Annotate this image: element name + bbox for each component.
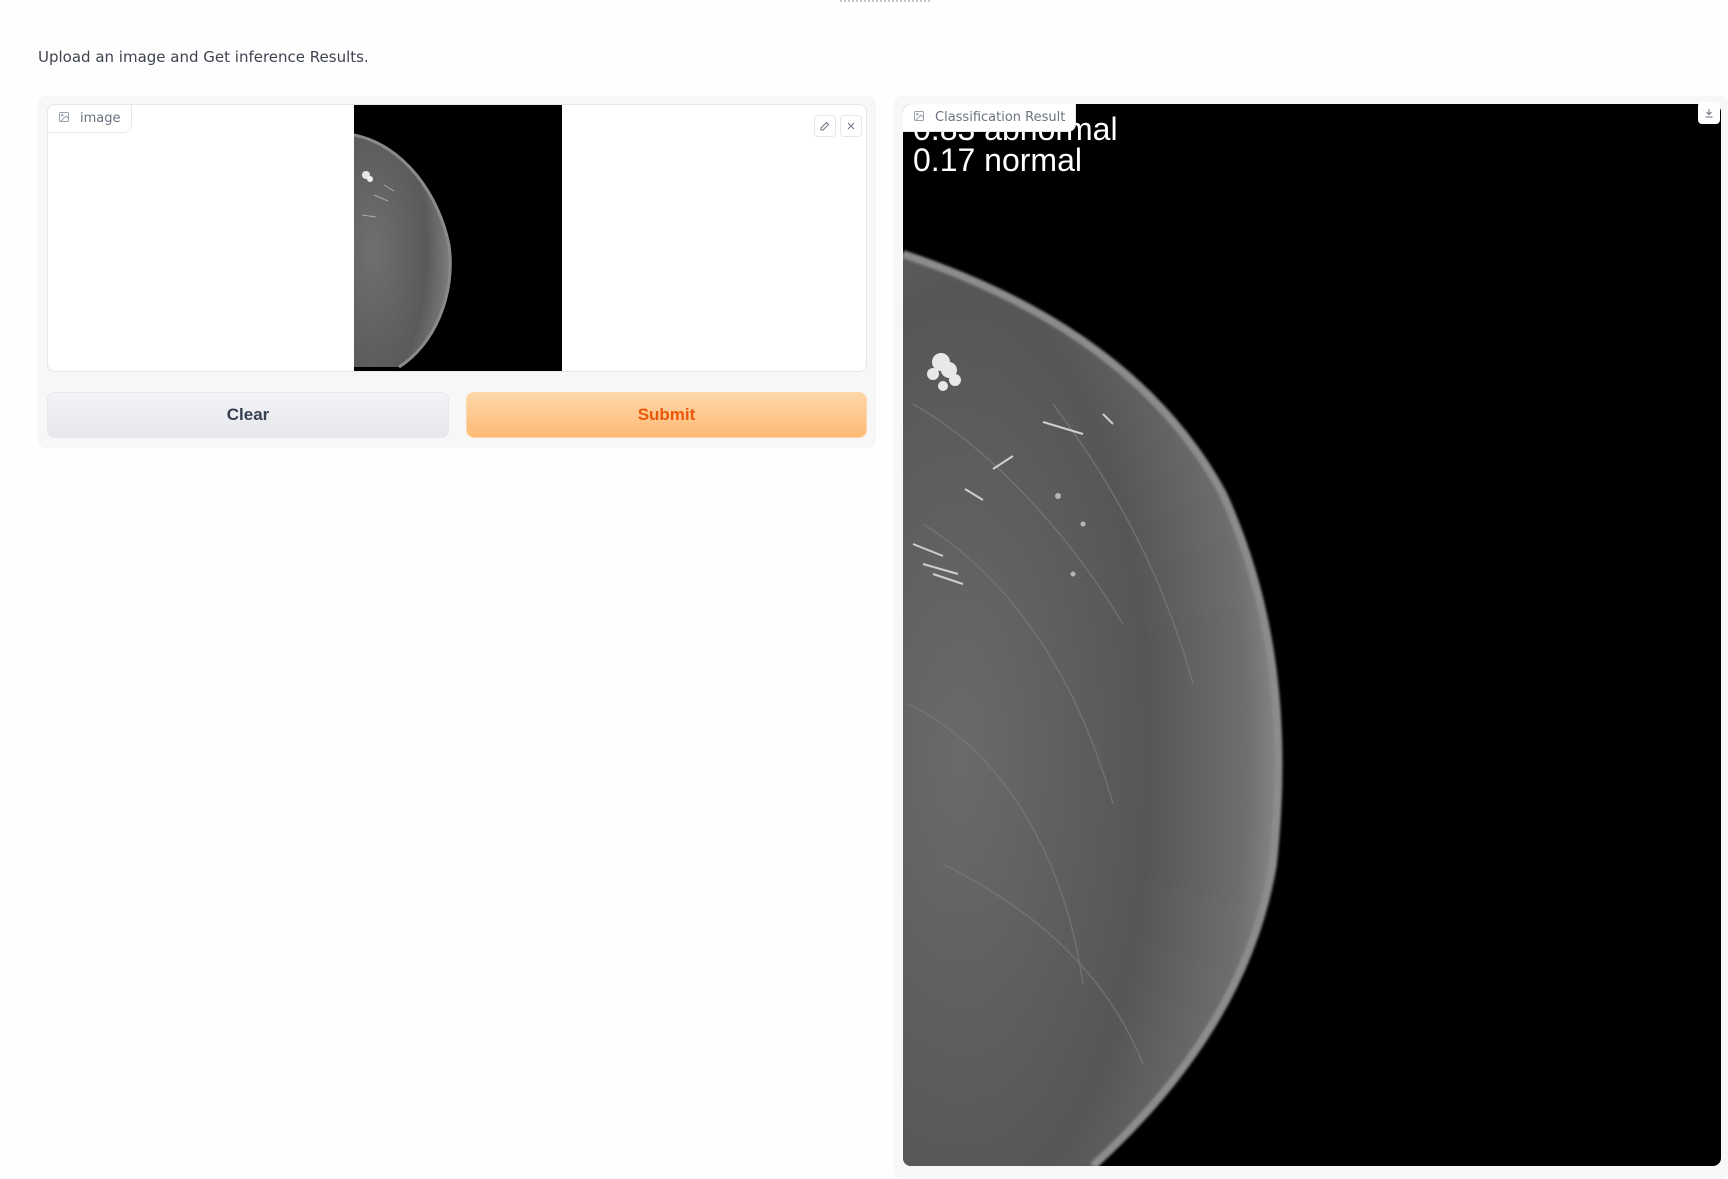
image-input-label: image: [48, 105, 132, 133]
image-upload-area[interactable]: image: [47, 104, 867, 372]
download-icon: [1703, 104, 1715, 123]
close-icon: [845, 117, 857, 136]
submit-button[interactable]: Submit: [466, 392, 867, 438]
classification-result-image: Classification Result 0.83 abnormal 0.17…: [903, 104, 1721, 1166]
mammogram-visual: [903, 250, 1283, 1166]
input-mammogram-image: [353, 105, 562, 371]
input-panel: image Clear Submit: [38, 96, 876, 448]
image-icon: [913, 110, 925, 126]
image-label-text: image: [80, 111, 121, 126]
header-divider: [840, 0, 930, 4]
result-normal: 0.17 normal: [913, 142, 1082, 178]
download-button[interactable]: [1698, 102, 1720, 124]
output-panel: Classification Result 0.83 abnormal 0.17…: [894, 96, 1728, 1179]
output-label: Classification Result: [903, 104, 1077, 132]
image-icon: [58, 111, 70, 127]
pencil-icon: [819, 117, 831, 136]
remove-image-button[interactable]: [840, 115, 862, 137]
page-description: Upload an image and Get inference Result…: [38, 48, 369, 66]
clear-button[interactable]: Clear: [47, 392, 449, 438]
output-label-text: Classification Result: [935, 110, 1066, 125]
edit-button[interactable]: [814, 115, 836, 137]
